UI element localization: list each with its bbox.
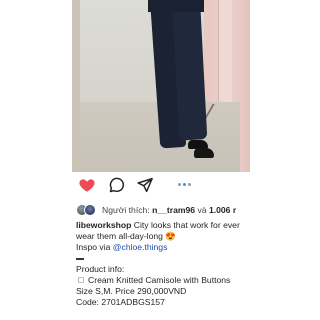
carousel-dot-active: [183, 183, 186, 186]
likes-row[interactable]: Người thích: n__tram96 và 1.006 r: [76, 203, 236, 217]
carousel-dot: [188, 183, 191, 186]
carousel-dot: [178, 183, 181, 186]
post-caption: libeworkshop City looks that work for ev…: [76, 220, 260, 308]
caption-item-row: Cream Knitted Camisole with Buttons: [76, 275, 260, 286]
share-paper-plane-icon[interactable]: [136, 176, 154, 194]
caption-inspo-handle[interactable]: @chloe.things: [113, 242, 168, 252]
post-photo[interactable]: [72, 0, 250, 172]
liker-username[interactable]: n__tram96: [152, 205, 195, 215]
like-heart-icon[interactable]: [78, 176, 96, 194]
comment-bubble-icon[interactable]: [108, 176, 126, 194]
likes-prefix: Người thích:: [102, 205, 150, 215]
photo-shoe-right: [194, 148, 214, 158]
likes-count[interactable]: 1.006 r: [209, 205, 236, 215]
avatar: [84, 204, 96, 216]
post-actions-bar: [74, 176, 254, 196]
bullet-icon: [78, 277, 84, 284]
liker-avatars: [76, 204, 98, 216]
caption-username[interactable]: libeworkshop: [76, 220, 131, 230]
caption-inspo-prefix: Inspo via: [76, 242, 113, 253]
caption-divider: [76, 257, 84, 260]
caption-item-name: Cream Knitted Camisole with Buttons: [88, 274, 231, 285]
photo-jeans-right-leg: [172, 0, 208, 141]
likes-connector: và: [197, 205, 207, 215]
caption-code: Code: 2701ADBGS157: [76, 297, 165, 308]
photo-door-panel: [218, 0, 232, 118]
caption-size-price: Size S,M. Price 290,000VND: [76, 286, 187, 297]
caption-line: libeworkshop City looks that work for ev…: [76, 220, 260, 242]
photo-wall: [72, 0, 80, 172]
caption-inspo: Inspo via @chloe.things: [76, 242, 260, 253]
photo-waist: [148, 0, 204, 12]
carousel-dots: [178, 183, 191, 186]
caption-product-info: Product info:: [76, 263, 125, 274]
